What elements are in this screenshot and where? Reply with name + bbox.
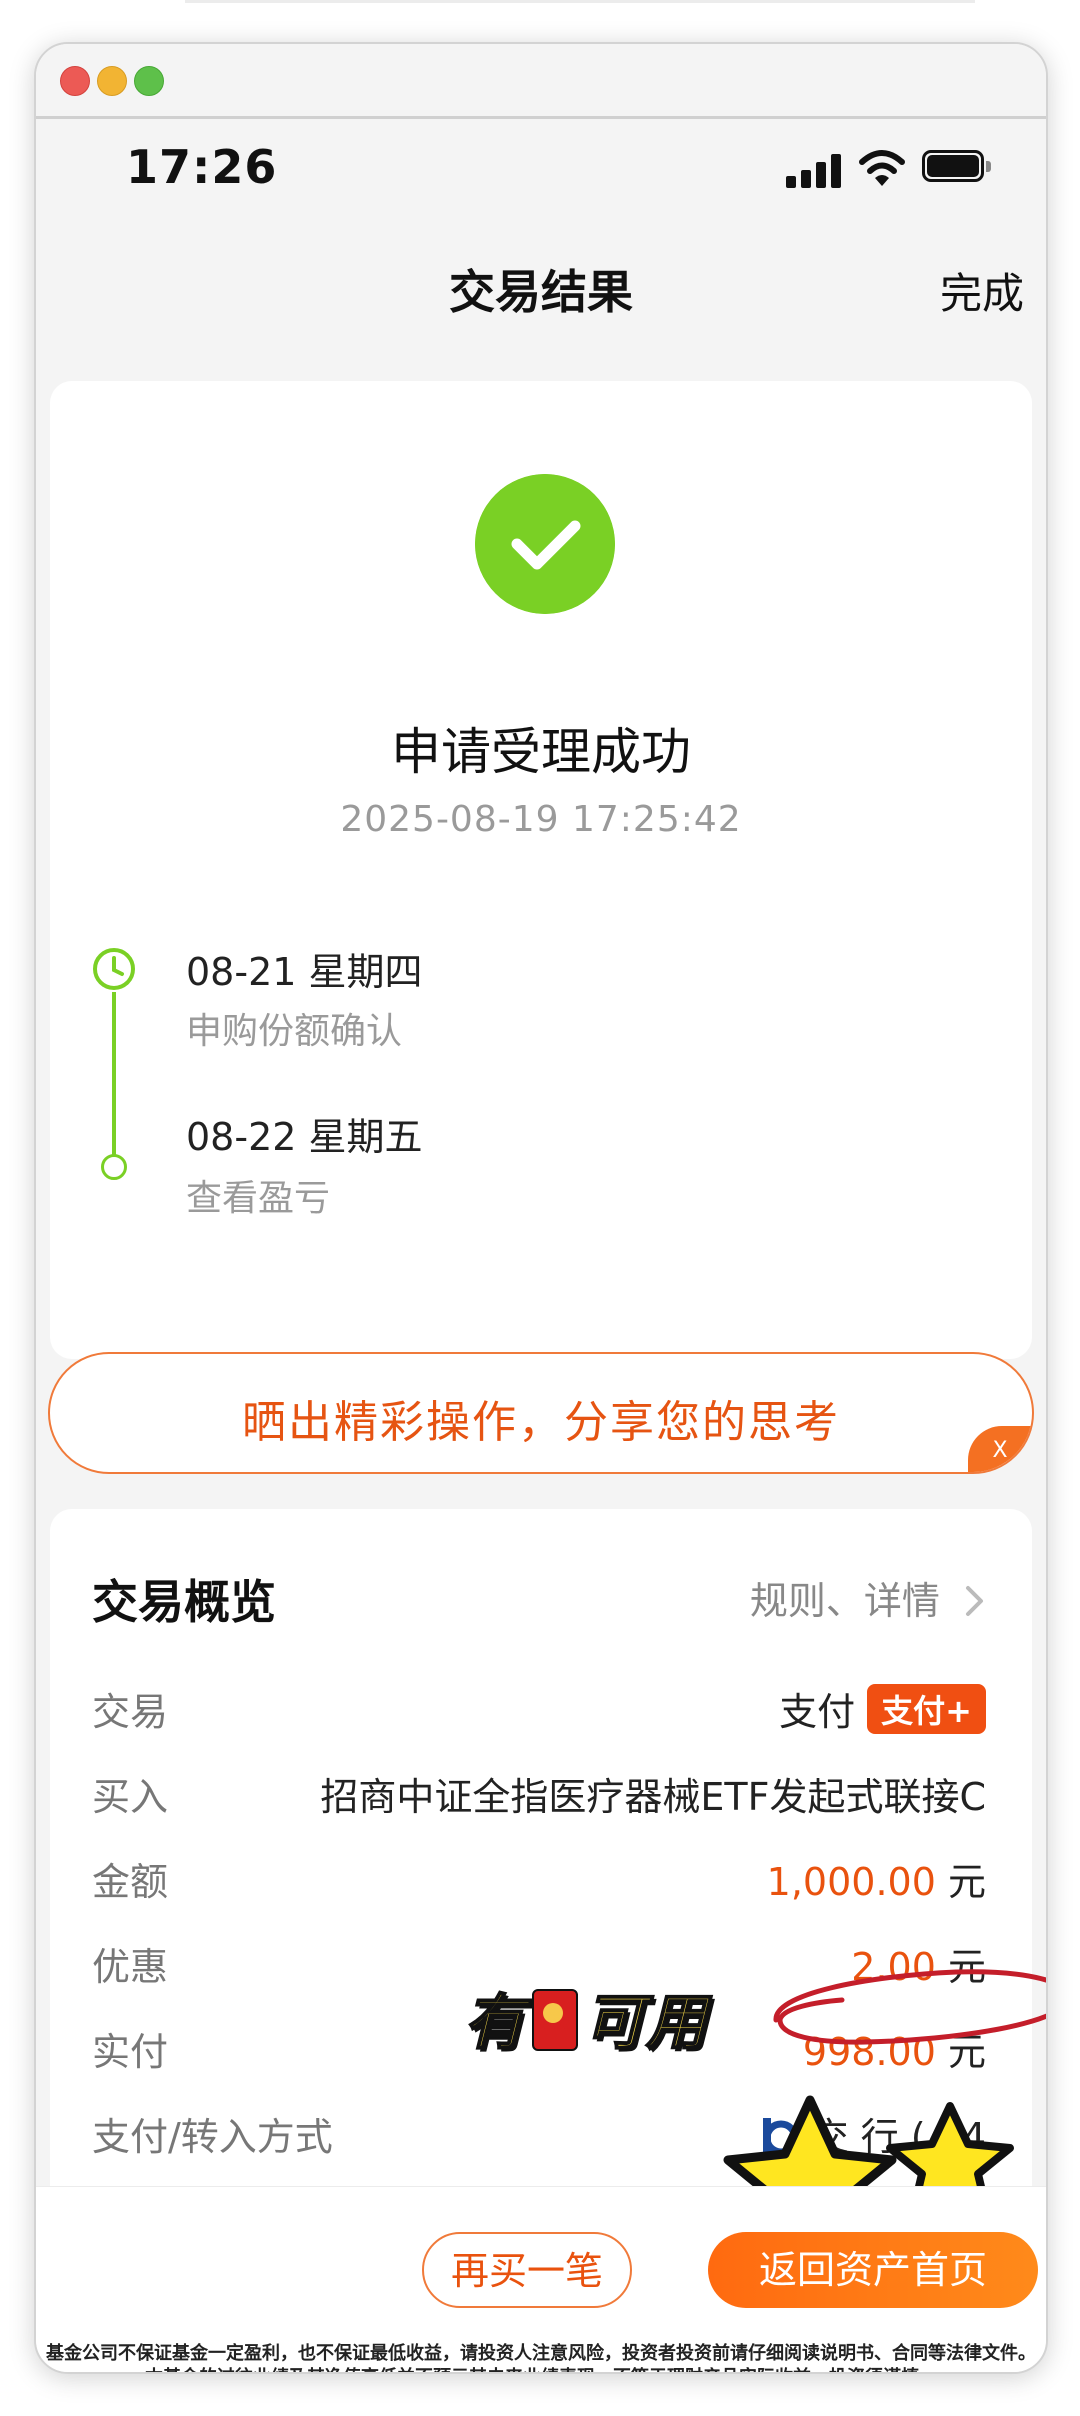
sticker-text: 有 (463, 1987, 526, 2059)
status-time: 17:26 (126, 140, 278, 194)
fund-name: 招商中证全指医疗器械ETF发起式联接C (320, 1775, 986, 1819)
maximize-window-button[interactable] (134, 66, 164, 96)
row-label-amount: 金额 (92, 1860, 169, 1904)
window-titlebar (36, 44, 1046, 119)
timeline-desc: 申购份额确认 (186, 1011, 403, 1052)
share-banner[interactable]: 晒出精彩操作，分享您的思考 X (48, 1352, 1034, 1474)
row-label-buy: 买入 (92, 1775, 169, 1819)
row-label-trade: 交易 (92, 1690, 169, 1734)
result-datetime: 2025-08-19 17:25:42 (340, 799, 742, 840)
timeline-date: 08-22 星期五 (186, 1115, 423, 1159)
red-packet-icon (532, 1989, 578, 2051)
disclaimer: 基金公司不保证基金一定盈利，也不保证最低收益，请投资人注意风险，投资者投资前请仔… (36, 2342, 1046, 2372)
timeline-line (112, 992, 116, 1155)
timeline-date: 08-21 星期四 (186, 950, 423, 994)
timeline-dot (101, 1154, 127, 1180)
close-window-button[interactable] (60, 66, 90, 96)
pay-plus-badge: 支付+ (867, 1684, 986, 1734)
rules-details-link[interactable]: 规则、详情 (750, 1570, 986, 1625)
sticker-text: 可用 (583, 1987, 708, 2059)
wifi-icon (859, 150, 905, 186)
cellular-signal-icon (786, 152, 844, 188)
clock-icon (93, 948, 135, 990)
done-button[interactable]: 完成 (940, 260, 1024, 321)
device-window: 17:26 交易结果 完成 申请受理成功 2025-08-19 17:25:42… (34, 42, 1048, 2374)
row-label-payment-method: 支付/转入方式 (92, 2115, 333, 2159)
success-check-icon (475, 474, 615, 614)
back-to-assets-button[interactable]: 返回资产首页 (708, 2232, 1038, 2308)
battery-icon (922, 150, 992, 184)
chevron-right-icon (966, 1586, 983, 1616)
buy-again-button[interactable]: 再买一笔 (422, 2232, 632, 2308)
rules-details-label: 规则、详情 (749, 1579, 940, 1623)
unit-label: 元 (947, 1860, 986, 1904)
row-value-amount: 1,000.00 元 (767, 1851, 986, 1906)
overview-title: 交易概览 (92, 1575, 276, 1629)
red-packet-sticker: 有可用 (463, 1974, 708, 2061)
row-label-discount: 优惠 (92, 1945, 169, 1989)
timeline-desc: 查看盈亏 (186, 1178, 331, 1219)
row-label-paid: 实付 (92, 2030, 169, 2074)
trade-type: 支付 (779, 1690, 856, 1734)
minimize-window-button[interactable] (97, 66, 127, 96)
amount-value: 1,000.00 (766, 1860, 936, 1904)
page-title: 交易结果 (449, 265, 633, 319)
share-banner-text: 晒出精彩操作，分享您的思考 (242, 1397, 840, 1448)
row-value-trade: 支付 支付+ (779, 1681, 986, 1736)
result-title: 申请受理成功 (391, 723, 691, 781)
disclaimer-line: 本基金的过往业绩及其净值高低并不预示其未来业绩表现，不等于理财产品实际收益，投资… (36, 2366, 1046, 2372)
top-edge-line (185, 0, 975, 3)
hand-drawn-circle (773, 1969, 1046, 2045)
disclaimer-line: 基金公司不保证基金一定盈利，也不保证最低收益，请投资人注意风险，投资者投资前请仔… (46, 2343, 1036, 2364)
